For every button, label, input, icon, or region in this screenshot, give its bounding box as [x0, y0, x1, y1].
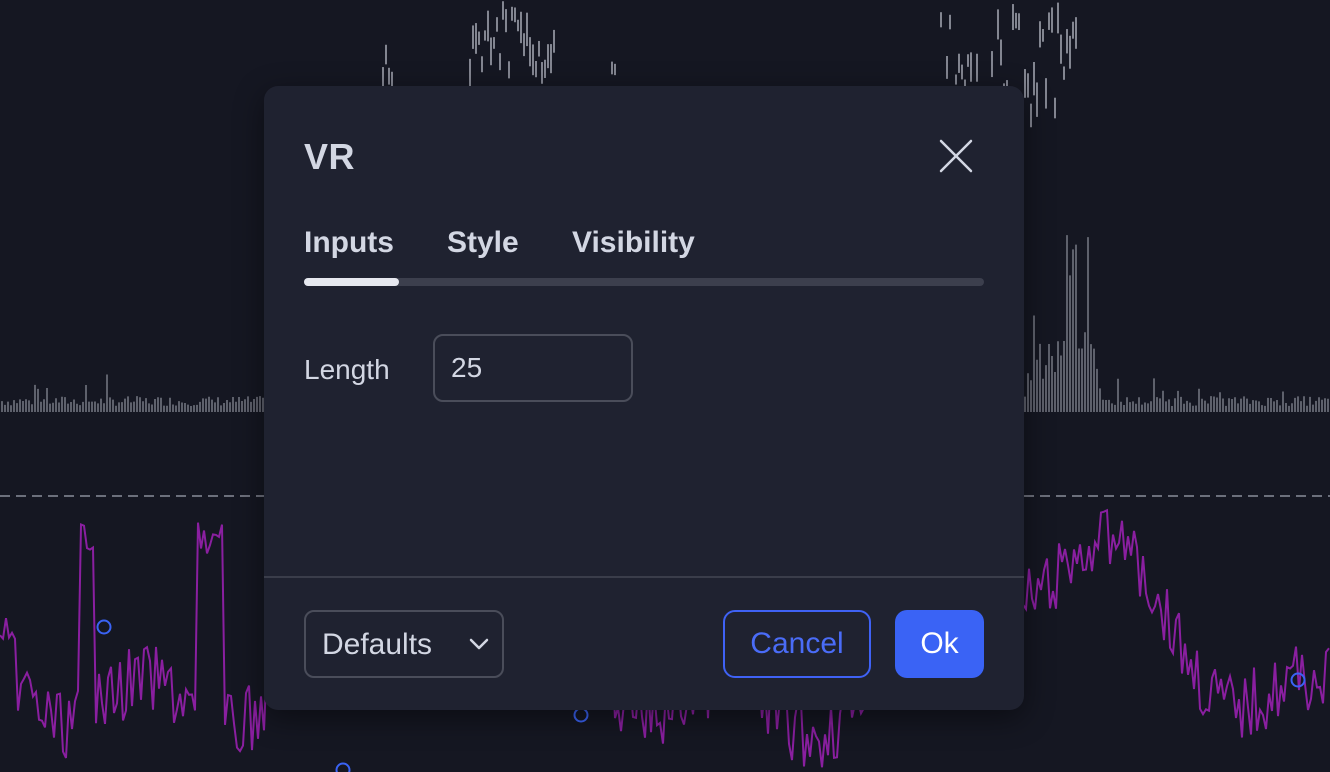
tab-inputs[interactable]: Inputs: [304, 226, 394, 260]
tab-style[interactable]: Style: [447, 226, 519, 260]
defaults-dropdown[interactable]: Defaults: [304, 610, 504, 678]
oscillator-marker: [96, 619, 112, 635]
chart-workspace: VR Inputs Style Visibility Length Defaul…: [0, 0, 1330, 772]
active-tab-indicator: [304, 278, 399, 286]
length-input[interactable]: [433, 334, 633, 402]
cancel-button[interactable]: Cancel: [723, 610, 871, 678]
oscillator-marker: [335, 762, 351, 772]
tab-track: [304, 278, 984, 286]
dialog-title: VR: [304, 136, 356, 177]
defaults-label: Defaults: [322, 628, 433, 661]
footer-divider: [264, 576, 1024, 578]
length-label: Length: [304, 354, 390, 385]
chevron-down-icon: [469, 638, 489, 650]
oscillator-marker: [573, 707, 589, 723]
close-button[interactable]: [932, 132, 980, 180]
indicator-settings-dialog: VR Inputs Style Visibility Length Defaul…: [264, 86, 1024, 710]
close-icon: [939, 139, 973, 173]
ok-button[interactable]: Ok: [895, 610, 984, 678]
tab-visibility[interactable]: Visibility: [572, 226, 695, 260]
